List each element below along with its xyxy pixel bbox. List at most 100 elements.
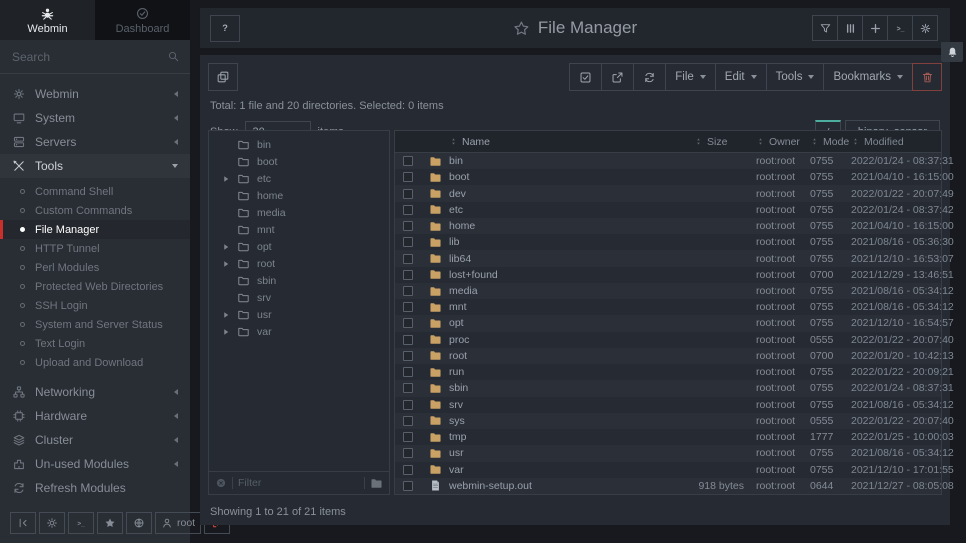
row-checkbox[interactable] — [403, 351, 413, 361]
file-row[interactable]: lib root:root 0755 2021/08/16 - 05:36:30 — [395, 234, 941, 250]
titlebar-action-button[interactable] — [837, 15, 863, 41]
sidebar-subitem[interactable]: Command Shell — [0, 182, 190, 201]
expand-arrow-icon[interactable] — [222, 243, 230, 251]
file-row[interactable]: var root:root 0755 2021/12/10 - 17:01:55 — [395, 462, 941, 478]
row-checkbox[interactable] — [403, 335, 413, 345]
row-checkbox[interactable] — [403, 465, 413, 475]
titlebar-action-button[interactable] — [812, 15, 838, 41]
titlebar-action-button[interactable] — [912, 15, 938, 41]
expand-arrow-icon[interactable] — [222, 175, 230, 183]
row-checkbox[interactable] — [403, 481, 413, 491]
tree-item[interactable]: media — [209, 204, 389, 221]
sidebar-tab[interactable]: Dashboard — [95, 0, 190, 40]
tree-item[interactable]: opt — [209, 238, 389, 255]
toolbar-icon-button[interactable] — [569, 63, 602, 91]
file-row[interactable]: srv root:root 0755 2021/08/16 - 05:34:12 — [395, 397, 941, 413]
titlebar-action-button[interactable] — [862, 15, 888, 41]
tree-item[interactable]: etc — [209, 170, 389, 187]
trash-button[interactable] — [912, 63, 942, 91]
row-checkbox[interactable] — [403, 254, 413, 264]
sidebar-item[interactable]: Un-used Modules — [0, 452, 190, 476]
file-row[interactable]: tmp root:root 1777 2022/01/25 - 10:00:03 — [395, 429, 941, 445]
sidebar-subitem[interactable]: Perl Modules — [0, 258, 190, 277]
file-row[interactable]: sys root:root 0555 2022/01/22 - 20:07:40 — [395, 413, 941, 429]
sidebar-subitem[interactable]: SSH Login — [0, 296, 190, 315]
sidebar-footer-button[interactable] — [39, 512, 65, 534]
row-checkbox[interactable] — [403, 432, 413, 442]
tree-item[interactable]: boot — [209, 153, 389, 170]
tree-item[interactable]: usr — [209, 306, 389, 323]
row-checkbox[interactable] — [403, 416, 413, 426]
sidebar-item[interactable]: System — [0, 106, 190, 130]
expand-arrow-icon[interactable] — [222, 328, 230, 336]
file-row[interactable]: etc root:root 0755 2022/01/24 - 08:37:42 — [395, 202, 941, 218]
toolbar-menu-button[interactable]: Bookmarks — [823, 63, 913, 91]
tree-item[interactable]: home — [209, 187, 389, 204]
expand-arrow-icon[interactable] — [222, 311, 230, 319]
tree-filter-input[interactable] — [238, 477, 359, 489]
row-checkbox[interactable] — [403, 172, 413, 182]
titlebar-action-button[interactable]: >_ — [887, 15, 913, 41]
sidebar-footer-button[interactable]: >_ — [68, 512, 94, 534]
column-header-name[interactable]: Name — [449, 136, 694, 148]
row-checkbox[interactable] — [403, 367, 413, 377]
expand-arrow-icon[interactable] — [222, 260, 230, 268]
column-header-size[interactable]: Size — [694, 136, 756, 148]
sidebar-tab[interactable]: Webmin — [0, 0, 95, 40]
file-row[interactable]: opt root:root 0755 2021/12/10 - 16:54:57 — [395, 315, 941, 331]
sidebar-footer-button[interactable] — [126, 512, 152, 534]
file-row[interactable]: root root:root 0700 2022/01/20 - 10:42:1… — [395, 348, 941, 364]
file-row[interactable]: bin root:root 0755 2022/01/24 - 08:37:31 — [395, 153, 941, 169]
folder-select-button[interactable] — [370, 477, 383, 490]
file-row[interactable]: lib64 root:root 0755 2021/12/10 - 16:53:… — [395, 250, 941, 266]
sidebar-subitem[interactable]: Upload and Download — [0, 353, 190, 372]
row-checkbox[interactable] — [403, 189, 413, 199]
row-checkbox[interactable] — [403, 318, 413, 328]
tree-item[interactable]: bin — [209, 136, 389, 153]
tree-item[interactable]: root — [209, 255, 389, 272]
file-row[interactable]: lost+found root:root 0700 2021/12/29 - 1… — [395, 267, 941, 283]
toolbar-icon-button[interactable] — [633, 63, 666, 91]
row-checkbox[interactable] — [403, 221, 413, 231]
sidebar-subitem[interactable]: Custom Commands — [0, 201, 190, 220]
file-row[interactable]: sbin root:root 0755 2022/01/24 - 08:37:3… — [395, 380, 941, 396]
file-row[interactable]: usr root:root 0755 2021/08/16 - 05:34:12 — [395, 445, 941, 461]
sidebar-item[interactable]: Servers — [0, 130, 190, 154]
sidebar-item[interactable]: Refresh Modules — [0, 476, 190, 500]
toolbar-menu-button[interactable]: Tools — [766, 63, 825, 91]
row-checkbox[interactable] — [403, 205, 413, 215]
tree-item[interactable]: srv — [209, 289, 389, 306]
sidebar-subitem[interactable]: HTTP Tunnel — [0, 239, 190, 258]
search-icon[interactable] — [167, 50, 180, 63]
sidebar-footer-button[interactable] — [10, 512, 36, 534]
column-header-owner[interactable]: Owner — [756, 136, 810, 148]
row-checkbox[interactable] — [403, 286, 413, 296]
copy-path-button[interactable] — [208, 63, 238, 91]
file-row[interactable]: dev root:root 0755 2022/01/22 - 20:07:49 — [395, 185, 941, 201]
sidebar-subitem[interactable]: File Manager — [0, 220, 190, 239]
file-row[interactable]: boot root:root 0755 2021/04/10 - 16:15:0… — [395, 169, 941, 185]
file-row[interactable]: webmin-setup.out 918 bytes root:root 064… — [395, 478, 941, 494]
sidebar-item[interactable]: Cluster — [0, 428, 190, 452]
sidebar-subitem[interactable]: Text Login — [0, 334, 190, 353]
notifications-button[interactable] — [941, 42, 963, 62]
clear-filter-icon[interactable] — [215, 477, 227, 489]
tree-item[interactable]: sbin — [209, 272, 389, 289]
sidebar-subitem[interactable]: Protected Web Directories — [0, 277, 190, 296]
sidebar-subitem[interactable]: System and Server Status — [0, 315, 190, 334]
toolbar-menu-button[interactable]: Edit — [715, 63, 767, 91]
sidebar-item[interactable]: Hardware — [0, 404, 190, 428]
row-checkbox[interactable] — [403, 156, 413, 166]
file-row[interactable]: mnt root:root 0755 2021/08/16 - 05:34:12 — [395, 299, 941, 315]
file-row[interactable]: media root:root 0755 2021/08/16 - 05:34:… — [395, 283, 941, 299]
row-checkbox[interactable] — [403, 448, 413, 458]
row-checkbox[interactable] — [403, 383, 413, 393]
help-button[interactable]: ? — [210, 15, 240, 42]
toolbar-icon-button[interactable] — [601, 63, 634, 91]
row-checkbox[interactable] — [403, 237, 413, 247]
sidebar-item-tools[interactable]: Tools — [0, 154, 190, 178]
file-row[interactable]: proc root:root 0555 2022/01/22 - 20:07:4… — [395, 332, 941, 348]
sidebar-item[interactable]: Networking — [0, 380, 190, 404]
star-outline-icon[interactable] — [513, 20, 530, 37]
tree-item[interactable]: mnt — [209, 221, 389, 238]
